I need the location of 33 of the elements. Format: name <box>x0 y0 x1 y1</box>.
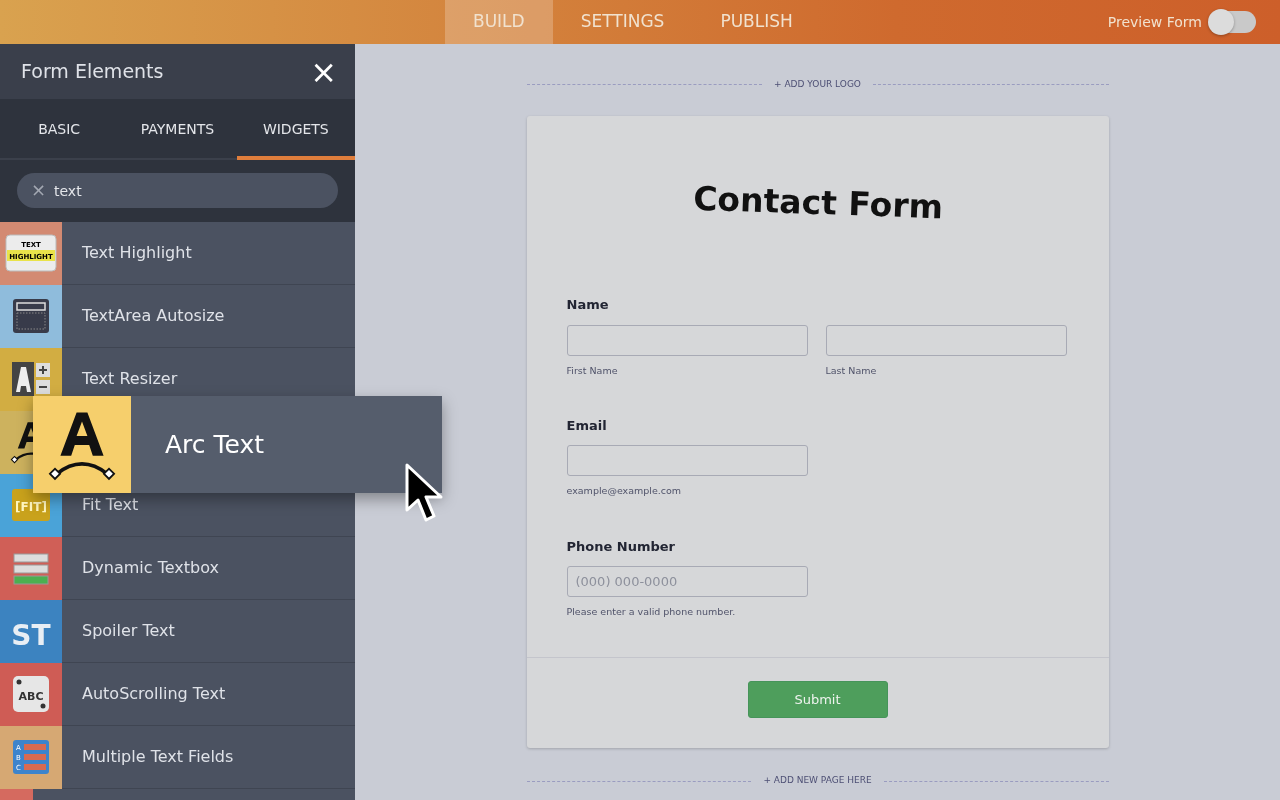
input-field[interactable] <box>825 324 1067 356</box>
field-hint: Last Name <box>825 363 878 378</box>
widget-item[interactable]: Text Resizer <box>62 367 178 391</box>
preview-toggle[interactable] <box>1210 11 1256 33</box>
widget-item[interactable]: Multiple Text Fields <box>62 745 234 769</box>
dragged-widget[interactable]: Arc Text <box>33 396 442 493</box>
widget-item[interactable]: Dynamic Textbox <box>62 556 219 580</box>
input-field[interactable] <box>566 445 808 477</box>
add-page-link[interactable]: + ADD NEW PAGE HERE <box>763 774 872 788</box>
input-field[interactable]: (000) 000-0000 <box>566 566 808 597</box>
field-label: Name <box>566 296 610 314</box>
panel-title: Form Elements <box>21 59 164 85</box>
field-label: Email <box>566 416 608 435</box>
field-hint: Please enter a valid phone number. <box>566 605 737 619</box>
field-hint: First Name <box>566 363 619 378</box>
preview-label: Preview Form <box>1107 12 1202 32</box>
widget-item[interactable]: Text Highlight <box>62 241 192 265</box>
close-button[interactable]: × <box>310 55 337 88</box>
add-logo-link[interactable]: + ADD YOUR LOGO <box>774 78 861 92</box>
widget-item[interactable]: TextArea Autosize <box>62 304 225 328</box>
field-hint: example@example.com <box>566 484 683 499</box>
letter-plus-minus-icon <box>11 359 51 399</box>
widget-item[interactable]: AutoScrolling Text <box>62 682 226 706</box>
category-tab[interactable]: BASIC <box>0 99 119 160</box>
clear-button[interactable]: × <box>31 181 47 199</box>
textarea-icon <box>11 296 51 336</box>
widget-item[interactable]: Spoiler Text <box>62 619 175 643</box>
input-field[interactable] <box>566 324 808 356</box>
field-label: Phone Number <box>566 537 677 556</box>
category-tab[interactable]: PAYMENTS <box>118 99 237 160</box>
widget-item[interactable]: Fit Text <box>62 493 139 517</box>
abc-scroll-icon: ABC <box>11 674 51 714</box>
letters-st-icon: ST <box>11 611 51 651</box>
